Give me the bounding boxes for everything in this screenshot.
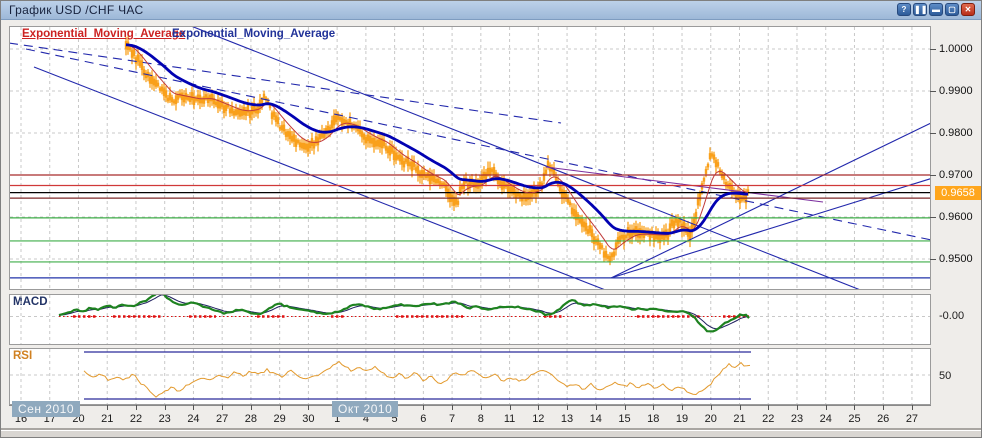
x-axis-label: 22 bbox=[755, 413, 781, 425]
price-axis-label: 0.9900 bbox=[939, 85, 982, 97]
x-axis-tick bbox=[740, 405, 741, 410]
x-axis-label: 24 bbox=[813, 413, 839, 425]
x-axis-label: 25 bbox=[841, 413, 867, 425]
legend-ema: Exponential_Moving_Average bbox=[22, 28, 185, 40]
x-axis-tick bbox=[596, 405, 597, 410]
maximize-button[interactable]: ▢ bbox=[945, 3, 959, 16]
x-axis-label: 13 bbox=[554, 413, 580, 425]
x-axis-label: 23 bbox=[784, 413, 810, 425]
x-axis-tick bbox=[538, 405, 539, 410]
x-axis-label: 20 bbox=[698, 413, 724, 425]
x-axis-label: 15 bbox=[612, 413, 638, 425]
current-price-label: 0.9658 bbox=[935, 186, 981, 200]
x-axis-tick bbox=[251, 405, 252, 410]
x-axis-tick bbox=[625, 405, 626, 410]
x-axis-tick bbox=[653, 405, 654, 410]
x-axis-tick bbox=[883, 405, 884, 410]
minimize-button[interactable]: ▬ bbox=[929, 3, 943, 16]
price-axis-tick bbox=[930, 259, 936, 260]
legend-ema: Exponential_Moving_Average bbox=[172, 28, 335, 40]
x-axis-label: 30 bbox=[295, 413, 321, 425]
close-button[interactable]: ✕ bbox=[961, 3, 975, 16]
x-axis-label: 7 bbox=[439, 413, 465, 425]
x-axis-tick bbox=[193, 405, 194, 410]
price-axis-tick bbox=[930, 175, 936, 176]
x-axis-tick bbox=[280, 405, 281, 410]
x-axis-label: 28 bbox=[238, 413, 264, 425]
channel-bottom-left-trendline[interactable] bbox=[34, 67, 608, 289]
x-axis-tick bbox=[567, 405, 568, 410]
x-axis-tick bbox=[768, 405, 769, 410]
x-axis-tick bbox=[481, 405, 482, 410]
x-axis-tick bbox=[423, 405, 424, 410]
x-axis-tick bbox=[826, 405, 827, 410]
status-bar bbox=[1, 430, 981, 438]
price-axis-label: 0.9600 bbox=[939, 211, 982, 223]
price-chart-panel[interactable]: Exponential_Moving_AverageExponential_Mo… bbox=[9, 26, 931, 290]
purple-trendline-trendline[interactable] bbox=[546, 167, 823, 202]
pause-button[interactable]: ❚❚ bbox=[913, 3, 927, 16]
x-axis-tick bbox=[308, 405, 309, 410]
long-dashed-resistance-trendline[interactable] bbox=[26, 49, 930, 241]
x-axis-label: 18 bbox=[640, 413, 666, 425]
price-axis-label: 1.0000 bbox=[939, 43, 982, 55]
macd-panel[interactable]: MACD bbox=[9, 294, 931, 345]
rsi-value-label: 50 bbox=[939, 370, 951, 382]
ema-fast-line bbox=[126, 45, 748, 249]
price-axis-label: 0.9800 bbox=[939, 127, 982, 139]
x-axis-label: 19 bbox=[669, 413, 695, 425]
price-axis-tick bbox=[930, 133, 936, 134]
x-axis-label: 27 bbox=[209, 413, 235, 425]
x-axis-label: 22 bbox=[123, 413, 149, 425]
x-axis-label: 12 bbox=[525, 413, 551, 425]
macd-value-label: -0.00 bbox=[939, 310, 964, 322]
price-axis-tick bbox=[930, 49, 936, 50]
window-buttons: ?❚❚▬▢✕ bbox=[897, 3, 975, 16]
price-chart-canvas bbox=[10, 27, 930, 289]
x-axis-label: 24 bbox=[180, 413, 206, 425]
x-axis-line bbox=[9, 405, 931, 406]
x-axis-label: 26 bbox=[870, 413, 896, 425]
x-axis-tick bbox=[854, 405, 855, 410]
macd-main-line bbox=[59, 295, 749, 331]
x-axis-label: 21 bbox=[727, 413, 753, 425]
x-axis-label: 11 bbox=[497, 413, 523, 425]
x-axis-label: 29 bbox=[267, 413, 293, 425]
channel-top-steep-trendline[interactable] bbox=[191, 27, 863, 289]
macd-canvas bbox=[10, 295, 930, 344]
x-axis-tick bbox=[797, 405, 798, 410]
x-axis-tick bbox=[682, 405, 683, 410]
chart-window: График USD /CHF ЧАС ?❚❚▬▢✕ Exponential_M… bbox=[0, 0, 982, 438]
x-axis-tick bbox=[107, 405, 108, 410]
title-bar[interactable]: График USD /CHF ЧАС ?❚❚▬▢✕ bbox=[1, 1, 981, 20]
x-axis-label: 6 bbox=[410, 413, 436, 425]
price-axis-tick bbox=[930, 91, 936, 92]
x-axis-label: 21 bbox=[94, 413, 120, 425]
month-badge: Окт 2010 bbox=[332, 401, 398, 417]
macd-signal-line bbox=[59, 295, 749, 329]
month-badge: Сен 2010 bbox=[12, 401, 80, 417]
window-title: График USD /CHF ЧАС bbox=[9, 3, 143, 17]
x-axis-label: 23 bbox=[152, 413, 178, 425]
x-axis-label: 27 bbox=[899, 413, 925, 425]
x-axis-tick bbox=[222, 405, 223, 410]
rsi-canvas bbox=[10, 349, 930, 404]
price-axis-label: 0.9700 bbox=[939, 169, 982, 181]
x-axis-tick bbox=[912, 405, 913, 410]
x-axis-tick bbox=[452, 405, 453, 410]
x-axis-tick bbox=[136, 405, 137, 410]
price-axis-label: 0.9500 bbox=[939, 253, 982, 265]
help-button[interactable]: ? bbox=[897, 3, 911, 16]
x-axis-tick bbox=[165, 405, 166, 410]
rsi-panel[interactable]: RSI bbox=[9, 348, 931, 405]
x-axis-label: 14 bbox=[583, 413, 609, 425]
rsi-line bbox=[84, 361, 750, 397]
x-axis-tick bbox=[711, 405, 712, 410]
x-axis-tick bbox=[510, 405, 511, 410]
price-axis-tick bbox=[930, 217, 936, 218]
x-axis-label: 8 bbox=[468, 413, 494, 425]
